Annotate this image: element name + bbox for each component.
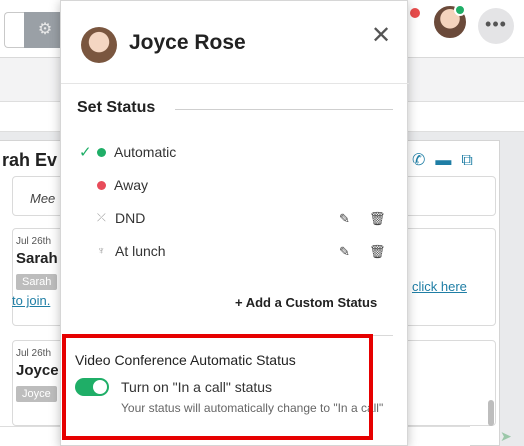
- message-date: Jul 26th: [16, 348, 52, 359]
- folder-icon[interactable]: ▬: [435, 152, 461, 169]
- more-icon: •••: [485, 14, 507, 34]
- join-link[interactable]: to join.: [12, 293, 50, 308]
- edit-icon[interactable]: ✎: [339, 211, 350, 227]
- highlight-box: [62, 334, 373, 440]
- status-label: Automatic: [114, 144, 177, 160]
- send-icon[interactable]: ➤: [500, 428, 512, 445]
- message-author: Sarah: [16, 250, 58, 267]
- set-status-heading: Set Status: [77, 99, 156, 116]
- checkmark-icon: ✓: [79, 144, 92, 161]
- message-date: Jul 26th: [16, 236, 52, 247]
- avatar: [81, 27, 117, 63]
- status-label: At lunch: [115, 243, 166, 259]
- trash-icon[interactable]: 🗑: [369, 244, 386, 260]
- popout-icon[interactable]: ⧉: [461, 152, 482, 169]
- status-label: DND: [115, 210, 146, 226]
- status-option-automatic[interactable]: ✓ Automatic: [79, 142, 176, 162]
- notification-badge: [408, 6, 422, 20]
- scrollbar[interactable]: [488, 400, 494, 426]
- close-icon[interactable]: ✕: [371, 21, 391, 50]
- status-option-dnd[interactable]: ⤫ DND: [79, 208, 145, 228]
- trash-icon[interactable]: 🗑: [369, 211, 386, 227]
- lunch-icon: ♆: [97, 245, 106, 257]
- status-option-at-lunch[interactable]: ♆ At lunch: [79, 241, 166, 261]
- add-custom-status-button[interactable]: + Add a Custom Status: [235, 295, 377, 310]
- chat-title: rah Ev: [2, 150, 58, 170]
- edit-icon[interactable]: ✎: [339, 244, 350, 260]
- gear-icon: ⚙: [37, 21, 53, 38]
- status-dot-icon: [97, 147, 106, 157]
- presence-indicator: [454, 4, 466, 16]
- message-preview: Mee: [30, 191, 56, 206]
- author-tag: Joyce: [16, 386, 57, 402]
- chat-header-icons: ✆▬⧉: [412, 150, 483, 170]
- dnd-icon: ⤫: [97, 211, 106, 224]
- message-author: Joyce: [16, 362, 59, 379]
- popup-user-name: Joyce Rose: [129, 31, 246, 54]
- author-tag: Sarah: [16, 274, 58, 290]
- status-option-away[interactable]: Away: [79, 175, 148, 195]
- phone-icon[interactable]: ✆: [412, 152, 435, 169]
- divider: [175, 109, 393, 110]
- status-label: Away: [114, 177, 148, 193]
- status-dot-icon: [97, 180, 106, 190]
- join-link[interactable]: click here: [412, 279, 467, 294]
- divider: [61, 83, 409, 84]
- more-options-button[interactable]: •••: [478, 8, 514, 44]
